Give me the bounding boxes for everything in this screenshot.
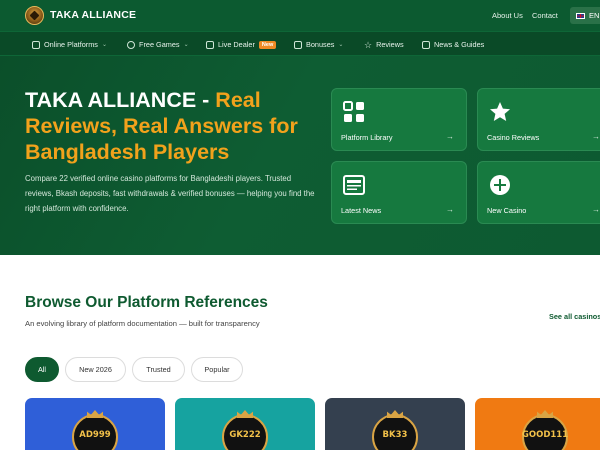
chevron-down-icon: ⌄ (183, 42, 189, 48)
gamepad-icon (127, 40, 135, 49)
filter-popular[interactable]: Popular (191, 357, 243, 382)
tile-casino-reviews[interactable]: Casino Reviews → (477, 88, 600, 151)
arrow-right-icon: → (446, 205, 454, 214)
chevron-down-icon: ⌄ (101, 42, 107, 48)
platform-logo-text: BK33 (382, 430, 408, 440)
language-label: EN (589, 11, 600, 20)
gift-icon (294, 40, 302, 49)
platform-logo-text: GK222 (229, 430, 261, 440)
star-icon: ☆ (364, 39, 373, 50)
platform-card[interactable]: GK222 (175, 398, 315, 450)
contact-link[interactable]: Contact (532, 11, 558, 20)
nav-news-guides[interactable]: News & Guides (422, 40, 484, 49)
uk-flag-icon (576, 12, 585, 19)
apps-icon (343, 101, 364, 122)
about-us-link[interactable]: About Us (492, 11, 523, 20)
filter-trusted[interactable]: Trusted (132, 357, 185, 382)
nav-online-platforms[interactable]: Online Platforms ⌄ (32, 40, 107, 49)
arrow-right-icon: → (592, 205, 600, 214)
nav-live-dealer[interactable]: Live Dealer New (206, 40, 277, 49)
crown-icon (537, 410, 553, 418)
newspaper-icon (343, 175, 365, 195)
platform-logo: GK222 (222, 414, 268, 450)
chevron-down-icon: ⌄ (338, 42, 344, 48)
see-all-casinos-link[interactable]: See all casinos (549, 312, 600, 321)
platform-logo: GOOD111 (522, 414, 568, 450)
platform-card[interactable]: BK33 (325, 398, 465, 450)
hero-description: Compare 22 verified online casino platfo… (25, 174, 315, 213)
language-selector[interactable]: EN (570, 7, 600, 24)
platform-logo-text: AD999 (79, 430, 111, 440)
brand-logo-icon[interactable] (25, 6, 44, 25)
nav-label: Free Games (139, 40, 180, 49)
grid-icon (32, 40, 40, 49)
hero-section: TAKA ALLIANCE - Real Reviews, Real Answe… (0, 56, 600, 255)
platform-logo-text: GOOD111 (521, 430, 569, 440)
arrow-right-icon: → (592, 132, 600, 141)
tile-platform-library[interactable]: Platform Library → (331, 88, 467, 151)
nav-label: Bonuses (306, 40, 335, 49)
filter-new-2026[interactable]: New 2026 (65, 357, 126, 382)
tile-new-casino[interactable]: New Casino → (477, 161, 600, 224)
crown-icon (387, 410, 403, 418)
nav-label: Live Dealer (218, 40, 255, 49)
cards-icon (206, 40, 214, 49)
hero-title: TAKA ALLIANCE - Real Reviews, Real Answe… (25, 87, 325, 165)
main-nav: Online Platforms ⌄ Free Games ⌄ Live Dea… (0, 31, 600, 56)
hero-title-prefix: TAKA ALLIANCE - (25, 88, 216, 112)
arrow-right-icon: → (446, 132, 454, 141)
tile-latest-news[interactable]: Latest News → (331, 161, 467, 224)
document-icon (422, 40, 430, 49)
tile-label: New Casino (487, 206, 527, 215)
nav-reviews[interactable]: ☆ Reviews (364, 40, 404, 49)
star-icon (490, 102, 510, 121)
section-subtitle: An evolving library of platform document… (25, 319, 260, 328)
nav-free-games[interactable]: Free Games ⌄ (127, 40, 189, 49)
new-badge: New (258, 40, 277, 49)
brand-name[interactable]: TAKA ALLIANCE (50, 9, 136, 21)
plus-circle-icon (490, 175, 510, 195)
tile-label: Platform Library (341, 133, 393, 142)
platform-card[interactable]: GOOD111 (475, 398, 600, 450)
nav-label: Reviews (376, 40, 404, 49)
nav-bonuses[interactable]: Bonuses ⌄ (294, 40, 343, 49)
crown-icon (237, 410, 253, 418)
nav-label: Online Platforms (44, 40, 98, 49)
section-title: Browse Our Platform References (25, 294, 268, 311)
platform-card[interactable]: AD999 (25, 398, 165, 450)
filter-all[interactable]: All (25, 357, 59, 382)
tile-label: Latest News (341, 206, 382, 215)
platform-logo: AD999 (72, 414, 118, 450)
top-header: TAKA ALLIANCE About Us Contact EN (0, 0, 600, 31)
nav-label: News & Guides (434, 40, 485, 49)
crown-icon (87, 410, 103, 418)
tile-label: Casino Reviews (487, 133, 540, 142)
platform-logo: BK33 (372, 414, 418, 450)
